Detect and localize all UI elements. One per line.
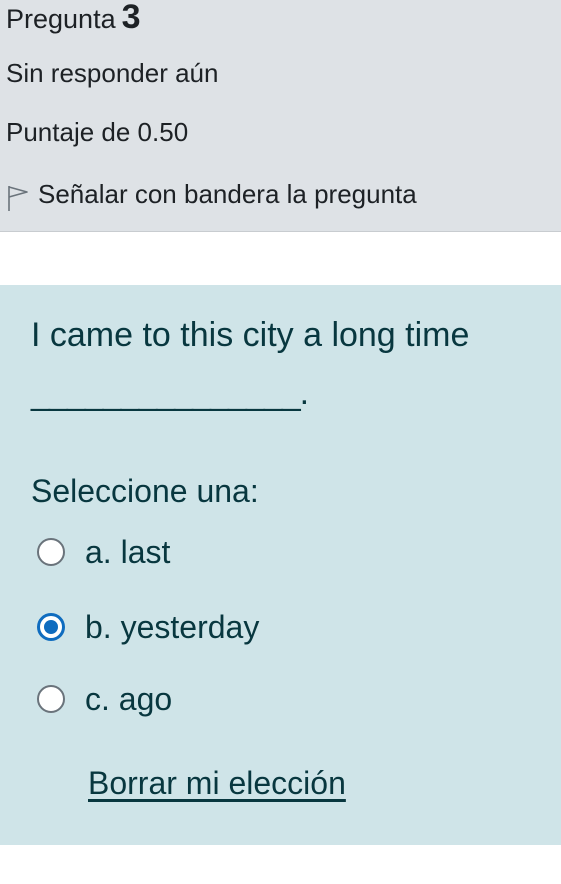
flag-question-label: Señalar con bandera la pregunta	[38, 179, 417, 209]
flag-outline-icon	[8, 186, 28, 211]
question-label: Pregunta	[6, 4, 116, 34]
radio-option-b[interactable]	[37, 613, 65, 641]
option-c-label[interactable]: c. ago	[85, 679, 172, 719]
question-state: Sin responder aún	[6, 58, 219, 88]
flag-question-button[interactable]: Señalar con bandera la pregunta	[6, 176, 417, 212]
option-a-label[interactable]: a. last	[85, 532, 170, 572]
option-b[interactable]: b. yesterday	[37, 605, 259, 649]
radio-option-c[interactable]	[37, 685, 65, 713]
option-c[interactable]: c. ago	[37, 677, 172, 721]
question-blank: _______________.	[31, 374, 309, 412]
question-number: 3	[121, 0, 141, 36]
question-text: I came to this city a long time	[31, 316, 470, 354]
question-grade: Puntaje de 0.50	[6, 117, 189, 147]
answer-prompt: Seleccione una:	[31, 473, 259, 509]
option-a[interactable]: a. last	[37, 530, 170, 574]
clear-choice-link[interactable]: Borrar mi elección	[88, 763, 346, 803]
option-b-label[interactable]: b. yesterday	[85, 607, 259, 647]
question-info-panel: Pregunta 3 Sin responder aún Puntaje de 0…	[0, 0, 561, 232]
radio-option-a[interactable]	[37, 538, 65, 566]
question-content-panel: I came to this city a long time ________…	[0, 285, 561, 845]
question-title: Pregunta 3	[6, 0, 141, 36]
